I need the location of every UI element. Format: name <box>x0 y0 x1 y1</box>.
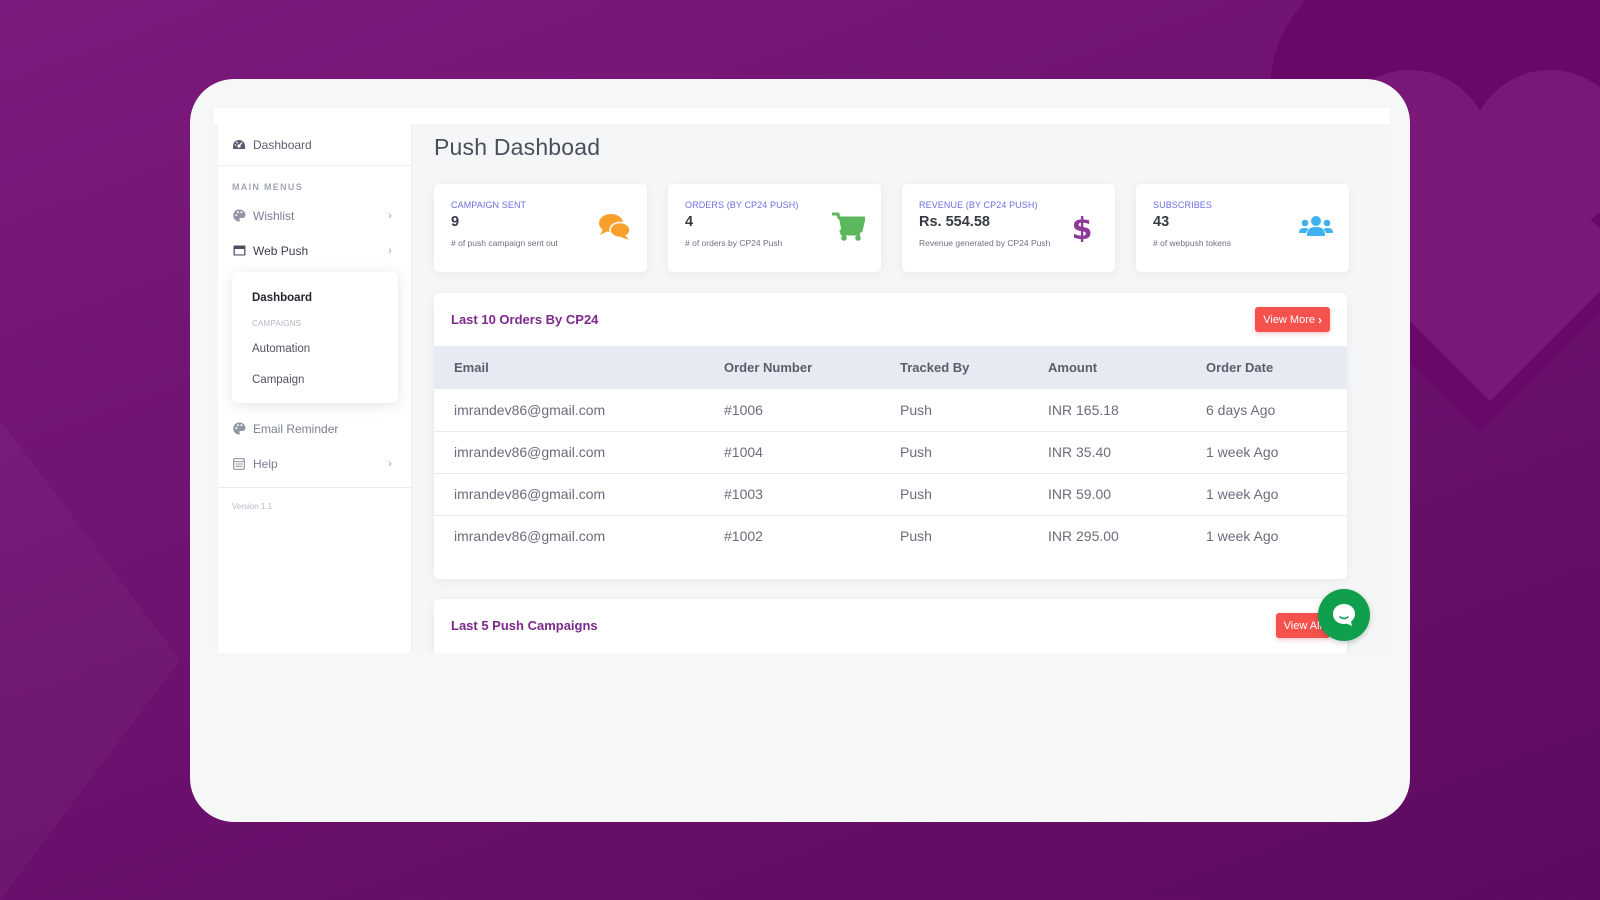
shopping-cart-icon <box>832 212 865 241</box>
sidebar-item-label: Dashboard <box>253 137 312 152</box>
orders-table: Email Order Number Tracked By Amount Ord… <box>434 346 1347 557</box>
chevron-right-icon: › <box>1318 312 1322 327</box>
table-row[interactable]: imrandev86@gmail.com #1006 Push INR 165.… <box>434 389 1347 432</box>
sidebar-item-label: Help <box>253 456 278 471</box>
stat-title: CAMPAIGN SENT <box>451 200 527 210</box>
view-more-label: View More <box>1263 313 1315 326</box>
cell-order-number: #1004 <box>704 431 880 474</box>
sidebar-item-dashboard[interactable]: Dashboard <box>218 124 411 166</box>
column-header-amount[interactable]: Amount <box>1028 346 1186 389</box>
cell-amount: INR 59.00 <box>1028 473 1186 516</box>
campaigns-card-header: Last 5 Push Campaigns View All <box>434 599 1347 652</box>
background-heart-inner <box>1470 70 1600 230</box>
chevron-right-icon: › <box>388 244 392 257</box>
tachometer-icon <box>233 139 245 149</box>
sidebar-item-help[interactable]: Help › <box>218 446 411 481</box>
chat-widget-button[interactable] <box>1318 589 1370 641</box>
svg-text:$: $ <box>1072 212 1093 242</box>
users-icon <box>1299 216 1333 236</box>
stat-card-orders: ORDERS (BY CP24 PUSH) 4 # of orders by C… <box>668 184 881 272</box>
table-header-row: Email Order Number Tracked By Amount Ord… <box>434 346 1347 389</box>
column-header-order-date[interactable]: Order Date <box>1186 346 1347 389</box>
campaigns-card-title: Last 5 Push Campaigns <box>451 618 598 633</box>
background-heart-shape <box>1420 0 1600 220</box>
version-label: Version 1.1 <box>232 502 273 511</box>
page-title: Push Dashboad <box>434 134 601 160</box>
cell-email: imrandev86@gmail.com <box>454 528 606 545</box>
cell-order-date: 1 week Ago <box>1186 431 1347 474</box>
submenu-item-dashboard[interactable]: Dashboard <box>232 282 398 313</box>
sidebar-item-label: Wishlist <box>253 208 295 223</box>
cell-order-date: 6 days Ago <box>1186 389 1347 432</box>
stat-title: REVENUE (BY CP24 PUSH) <box>919 200 1038 210</box>
chevron-right-icon: › <box>388 209 392 222</box>
sidebar-item-web-push[interactable]: Web Push › <box>218 233 411 268</box>
orders-card-header: Last 10 Orders By CP24 View More › <box>434 293 1347 346</box>
sidebar-item-email-reminder[interactable]: Email Reminder <box>218 411 411 446</box>
cell-tracked-by: Push <box>900 528 932 545</box>
cell-tracked-by: Push <box>880 431 1028 474</box>
comments-icon <box>599 214 631 240</box>
orders-card: Last 10 Orders By CP24 View More › Email… <box>434 293 1347 579</box>
stats-row: CAMPAIGN SENT 9 # of push campaign sent … <box>434 184 1349 272</box>
palette-icon <box>232 422 246 435</box>
submenu-item-automation[interactable]: Automation <box>232 333 398 364</box>
window-icon <box>232 244 246 257</box>
orders-card-title: Last 10 Orders By CP24 <box>451 312 599 327</box>
cell-order-date: 1 week Ago <box>1206 528 1279 545</box>
top-bar <box>214 108 1390 124</box>
list-alt-icon <box>232 457 246 470</box>
cell-order-number: #1002 <box>724 528 763 545</box>
cell-email: imrandev86@gmail.com <box>434 389 704 432</box>
sidebar-section-label: MAIN MENUS <box>232 182 303 192</box>
column-header-email[interactable]: Email <box>434 346 704 389</box>
background-triangle <box>0 420 180 900</box>
dollar-icon: $ <box>1072 212 1093 242</box>
campaigns-card: Last 5 Push Campaigns View All <box>434 599 1347 653</box>
stat-card-revenue: REVENUE (BY CP24 PUSH) Rs. 554.58 Revenu… <box>902 184 1115 272</box>
main-content: Push Dashboad CAMPAIGN SENT 9 # of push … <box>413 124 1390 653</box>
view-more-button[interactable]: View More › <box>1255 307 1330 332</box>
cell-order-number: #1003 <box>704 473 880 516</box>
view-all-label: View All <box>1283 619 1322 632</box>
table-row[interactable]: imrandev86@gmail.com #1004 Push INR 35.4… <box>434 431 1347 474</box>
cell-order-date: 1 week Ago <box>1186 473 1347 516</box>
stat-card-subscribes: SUBSCRIBES 43 # of webpush tokens <box>1136 184 1349 272</box>
sidebar-item-wishlist[interactable]: Wishlist › <box>218 198 411 233</box>
cell-email: imrandev86@gmail.com <box>434 431 704 474</box>
column-header-order-number[interactable]: Order Number <box>704 346 880 389</box>
column-header-tracked-by[interactable]: Tracked By <box>880 346 1028 389</box>
web-push-submenu: Dashboard CAMPAIGNS Automation Campaign <box>232 272 398 403</box>
stat-title: SUBSCRIBES <box>1153 200 1213 210</box>
cell-email: imrandev86@gmail.com <box>434 473 704 516</box>
sidebar: Dashboard MAIN MENUS Wishlist › Web Push… <box>218 124 412 653</box>
cell-amount: INR 295.00 <box>1048 528 1119 545</box>
cell-tracked-by: Push <box>880 473 1028 516</box>
cell-amount: INR 35.40 <box>1028 431 1186 474</box>
palette-icon <box>232 209 246 222</box>
cell-order-number: #1006 <box>704 389 880 432</box>
screenshot-frame: Dashboard MAIN MENUS Wishlist › Web Push… <box>190 79 1410 822</box>
table-row[interactable]: imrandev86@gmail.com #1003 Push INR 59.0… <box>434 473 1347 516</box>
sidebar-item-label: Web Push <box>253 243 309 258</box>
app-window: Dashboard MAIN MENUS Wishlist › Web Push… <box>214 108 1390 653</box>
submenu-section-label: CAMPAIGNS <box>252 318 302 328</box>
table-row[interactable]: imrandev86@gmail.com #1002 Push INR 295.… <box>434 515 1347 557</box>
cell-amount: INR 165.18 <box>1028 389 1186 432</box>
chat-icon <box>1333 604 1355 626</box>
chevron-right-icon: › <box>388 457 392 470</box>
cell-tracked-by: Push <box>880 389 1028 432</box>
stat-title: ORDERS (BY CP24 PUSH) <box>685 200 799 210</box>
sidebar-item-label: Email Reminder <box>253 421 339 436</box>
stat-card-campaign-sent: CAMPAIGN SENT 9 # of push campaign sent … <box>434 184 647 272</box>
submenu-item-campaign[interactable]: Campaign <box>232 364 398 395</box>
